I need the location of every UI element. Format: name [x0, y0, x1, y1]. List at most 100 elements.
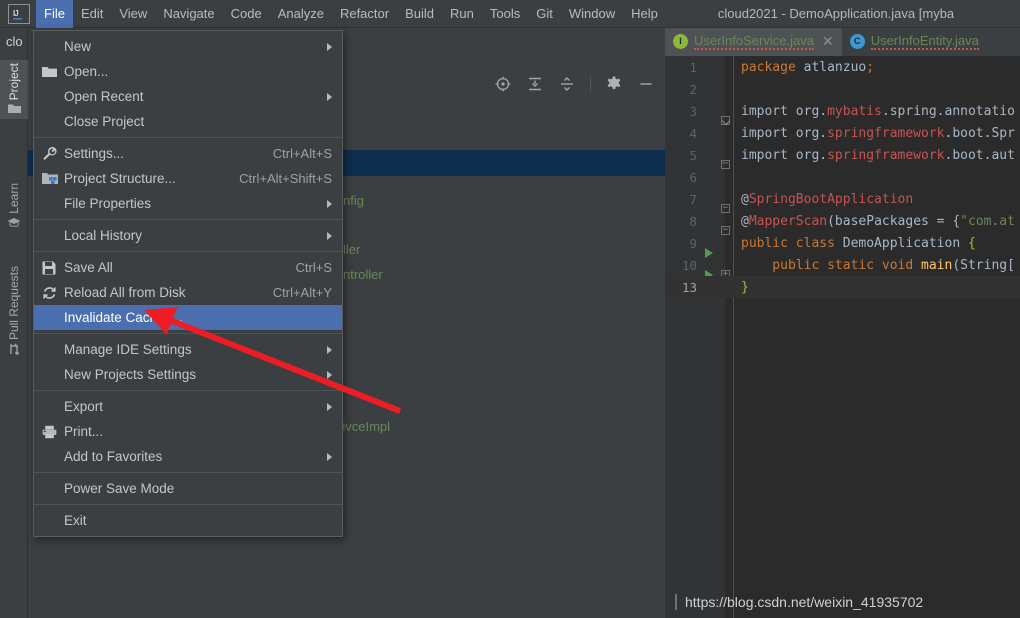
menu-bar[interactable]: File Edit View Navigate Code Analyze Ref… — [36, 0, 666, 28]
menu-help[interactable]: Help — [623, 0, 666, 28]
menu-item-manage-ide-settings-label: Manage IDE Settings — [64, 342, 317, 357]
code-text: import org.mybatis.spring.annotatio — [741, 104, 1015, 119]
close-icon[interactable]: ✕ — [822, 33, 834, 50]
interface-icon: I — [673, 34, 688, 49]
project-structure-icon — [42, 172, 64, 185]
line-number: 3 — [665, 104, 697, 119]
code-line: 1 package atlanzuo; — [665, 56, 1020, 78]
menu-item-new-projects-settings[interactable]: New Projects Settings — [34, 362, 342, 387]
menu-file[interactable]: File — [36, 0, 73, 28]
editor-tab-userinfoentity[interactable]: C UserInfoEntity.java — [842, 28, 987, 56]
menu-item-open-recent-label: Open Recent — [64, 89, 317, 104]
menu-separator — [34, 251, 342, 252]
menu-window[interactable]: Window — [561, 0, 623, 28]
code-text: import org.springframework.boot.aut — [741, 148, 1015, 163]
menu-item-close-project-label: Close Project — [64, 114, 332, 129]
menu-view[interactable]: View — [111, 0, 155, 28]
menu-item-add-to-favorites-label: Add to Favorites — [64, 449, 317, 464]
submenu-arrow-icon — [327, 453, 332, 461]
submenu-arrow-icon — [327, 371, 332, 379]
menu-item-exit-label: Exit — [64, 513, 332, 528]
folder-icon — [8, 103, 21, 117]
code-line: 10 + public static void main(String[ — [665, 254, 1020, 276]
line-number: 8 — [665, 214, 697, 229]
sidebar-tab-pull-requests[interactable]: Pull Requests — [0, 263, 28, 361]
menu-item-open-recent[interactable]: Open Recent — [34, 84, 342, 109]
menu-item-exit[interactable]: Exit — [34, 508, 342, 533]
menu-separator — [34, 219, 342, 220]
editor-tab-userinfoservice[interactable]: I UserInfoService.java ✕ — [665, 28, 842, 56]
locate-icon[interactable] — [494, 75, 512, 93]
menu-item-save-all[interactable]: Save All Ctrl+S — [34, 255, 342, 280]
menu-item-export[interactable]: Export — [34, 394, 342, 419]
code-editor[interactable]: 1 package atlanzuo; 2 3 import org.mybat… — [665, 56, 1020, 618]
class-icon: C — [850, 34, 865, 49]
line-number: 5 — [665, 148, 697, 163]
menu-item-local-history[interactable]: Local History — [34, 223, 342, 248]
menu-build[interactable]: Build — [397, 0, 442, 28]
menu-git[interactable]: Git — [528, 0, 561, 28]
menu-item-new[interactable]: New — [34, 34, 342, 59]
menu-code[interactable]: Code — [223, 0, 270, 28]
menu-item-invalidate-caches[interactable]: Invalidate Caches... — [34, 305, 342, 330]
editor-tab-bar[interactable]: I UserInfoService.java ✕ C UserInfoEntit… — [665, 28, 1020, 56]
submenu-arrow-icon — [327, 346, 332, 354]
hide-panel-icon[interactable] — [637, 75, 655, 93]
menu-separator — [34, 137, 342, 138]
pull-request-icon — [8, 343, 21, 359]
menu-run[interactable]: Run — [442, 0, 482, 28]
blog-watermark: https://blog.csdn.net/weixin_41935702 — [675, 594, 923, 610]
menu-item-settings-label: Settings... — [64, 146, 261, 161]
menu-item-project-structure[interactable]: Project Structure... Ctrl+Alt+Shift+S — [34, 166, 342, 191]
menu-item-settings[interactable]: Settings... Ctrl+Alt+S — [34, 141, 342, 166]
line-number: 2 — [665, 82, 697, 97]
menu-analyze[interactable]: Analyze — [270, 0, 332, 28]
menu-navigate[interactable]: Navigate — [155, 0, 222, 28]
code-line: 6 — [665, 166, 1020, 188]
tree-row-controller-cls-label: ntroller — [343, 267, 383, 282]
menu-item-file-properties[interactable]: File Properties — [34, 191, 342, 216]
collapse-all-icon[interactable] — [558, 75, 576, 93]
menu-item-reload-all-from-disk-label: Reload All from Disk — [64, 285, 261, 300]
menu-item-manage-ide-settings[interactable]: Manage IDE Settings — [34, 337, 342, 362]
menu-edit[interactable]: Edit — [73, 0, 111, 28]
submenu-arrow-icon — [327, 43, 332, 51]
line-number: 9 — [665, 236, 697, 251]
reload-icon — [42, 286, 64, 300]
line-number: 7 — [665, 192, 697, 207]
save-icon — [42, 261, 64, 275]
expand-all-icon[interactable] — [526, 75, 544, 93]
menu-item-reload-all-from-disk[interactable]: Reload All from Disk Ctrl+Alt+Y — [34, 280, 342, 305]
menu-item-power-save-mode[interactable]: Power Save Mode — [34, 476, 342, 501]
menu-item-new-label: New — [64, 39, 317, 54]
menu-tools[interactable]: Tools — [482, 0, 528, 28]
code-line: 5 ─ import org.springframework.boot.aut — [665, 144, 1020, 166]
toolbar-separator — [590, 76, 591, 92]
submenu-arrow-icon — [327, 403, 332, 411]
tree-row-config-label: nfig — [343, 193, 364, 208]
code-lines: 1 package atlanzuo; 2 3 import org.mybat… — [665, 56, 1020, 298]
code-text: public static void main(String[ — [741, 258, 1015, 273]
menu-item-print[interactable]: Print... — [34, 419, 342, 444]
title-bar: IJ File Edit View Navigate Code Analyze … — [0, 0, 1020, 28]
wrench-icon — [42, 146, 64, 161]
code-line: 9 public class DemoApplication { — [665, 232, 1020, 254]
menu-item-close-project[interactable]: Close Project — [34, 109, 342, 134]
code-line: 4 import org.springframework.boot.Spr — [665, 122, 1020, 144]
menu-item-reload-all-from-disk-shortcut: Ctrl+Alt+Y — [273, 285, 332, 300]
menu-separator — [34, 390, 342, 391]
code-line: 3 import org.mybatis.spring.annotatio — [665, 100, 1020, 122]
editor-area: I UserInfoService.java ✕ C UserInfoEntit… — [665, 28, 1020, 618]
settings-gear-icon[interactable] — [605, 75, 623, 93]
submenu-arrow-icon — [327, 93, 332, 101]
file-menu-dropdown[interactable]: New Open... Open Recent Close Project Se… — [33, 30, 343, 537]
menu-item-invalidate-caches-label: Invalidate Caches... — [64, 310, 332, 325]
menu-item-save-all-shortcut: Ctrl+S — [296, 260, 332, 275]
code-text: @SpringBootApplication — [741, 192, 913, 207]
sidebar-tab-learn[interactable]: Learn — [0, 180, 28, 233]
menu-refactor[interactable]: Refactor — [332, 0, 397, 28]
sidebar-tab-project[interactable]: Project — [0, 60, 28, 119]
menu-item-add-to-favorites[interactable]: Add to Favorites — [34, 444, 342, 469]
code-line: 8 − @MapperScan(basePackages = {"com.at — [665, 210, 1020, 232]
menu-item-open[interactable]: Open... — [34, 59, 342, 84]
